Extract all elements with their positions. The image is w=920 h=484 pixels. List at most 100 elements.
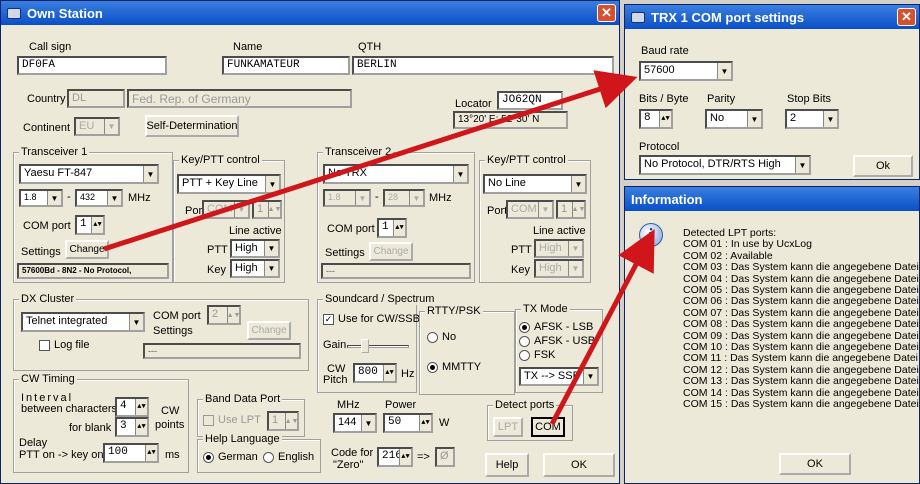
code-for-label: Code for [331, 447, 374, 459]
keyptt1-ptt-select[interactable]: High ▼ [230, 239, 280, 258]
spinner-arrows-icon: ▲▼ [145, 445, 157, 461]
keyptt2-ptt-select[interactable]: High ▼ [534, 239, 584, 258]
close-icon[interactable]: ✕ [897, 8, 916, 26]
cw-between-value: 4 [120, 400, 127, 412]
band-lpt-value: 1 [272, 414, 279, 426]
keyptt1-mode-select[interactable]: PTT + Key Line ▼ [177, 174, 281, 194]
tx-route-select[interactable]: TX --> SSB ▼ [519, 367, 599, 386]
protocol-select[interactable]: No Protocol, DTR/RTS High ▼ [639, 155, 811, 175]
soundcard-label: Soundcard / Spectrum [323, 293, 437, 305]
dx-mode-select[interactable]: Telnet integrated ▼ [21, 312, 145, 332]
spinner-arrows-icon: ▲▼ [383, 365, 395, 381]
bits-spinner[interactable]: 8 ▲▼ [639, 109, 673, 129]
cw-timing-label: CW Timing [19, 373, 77, 385]
cw-pitch-spinner[interactable]: 800 ▲▼ [353, 363, 397, 383]
close-icon[interactable]: ✕ [597, 4, 616, 22]
logfile-checkbox[interactable]: Log file [39, 339, 89, 351]
trx1-fmax-select[interactable]: 432 ▼ [75, 189, 123, 207]
cw-blank-label: for blank [69, 422, 112, 434]
own-station-window: Own Station ✕ Call sign DF0FA Name FUNKA… [0, 0, 620, 484]
trx2-com-spinner[interactable]: 1 ▲▼ [377, 218, 407, 238]
information-title: Information [631, 191, 703, 207]
gain-slider[interactable] [347, 339, 409, 355]
trx2-fmax-select[interactable]: 28 ▼ [383, 189, 425, 207]
information-titlebar: Information [625, 187, 919, 211]
baud-label: Baud rate [641, 45, 689, 57]
detect-lpt-button[interactable]: LPT [493, 417, 523, 437]
gain-slider-thumb[interactable] [361, 339, 369, 353]
callsign-input[interactable]: DF0FA [17, 56, 167, 75]
cw-delay-spinner[interactable]: 100 ▲▼ [103, 443, 159, 463]
country-name-input[interactable]: Fed. Rep. of Germany [127, 89, 352, 108]
trx1-model-select[interactable]: Yaesu FT-847 ▼ [19, 164, 159, 184]
country-code-input[interactable]: DL [67, 89, 125, 108]
trx1-com-spinner[interactable]: 1 ▲▼ [75, 215, 105, 235]
gain-label: Gain [323, 339, 347, 351]
detect-com-button[interactable]: COM [531, 417, 565, 437]
trx-com-ok-button[interactable]: Ok [853, 155, 913, 177]
code-zero-display: Ø [435, 447, 455, 467]
dx-change-button[interactable]: Change [247, 321, 291, 340]
cw-points-label-1: CW [161, 405, 180, 417]
name-input[interactable]: FUNKAMATEUR [222, 56, 350, 75]
window-icon [631, 11, 645, 23]
chevron-down-icon: ▼ [264, 261, 278, 276]
keyptt2-port-spinner[interactable]: 1 ▲▼ [556, 200, 586, 219]
help-button[interactable]: Help [485, 453, 529, 477]
trx2-fmin-select[interactable]: 1.8 ▼ [323, 189, 371, 207]
continent-value: EU [79, 120, 95, 132]
afsk-lsb-radio[interactable]: AFSK - LSB [519, 321, 593, 333]
cw-pitch-value: 800 [358, 366, 378, 378]
cw-between-spinner[interactable]: 4 ▲▼ [115, 397, 149, 417]
code-spinner[interactable]: 216 ▲▼ [377, 447, 413, 467]
keyptt2-port-num: 1 [561, 203, 568, 215]
band-lpt-spinner[interactable]: 1 ▲▼ [267, 411, 299, 431]
afsk-usb-radio[interactable]: AFSK - USB [519, 335, 595, 347]
power-spinner[interactable]: 50 ▲▼ [383, 413, 433, 433]
qth-input[interactable]: BERLIN [352, 56, 614, 75]
ok-button[interactable]: OK [543, 453, 615, 477]
cw-ms-label: ms [165, 449, 180, 461]
keyptt2-port-select[interactable]: COM ▼ [506, 200, 554, 219]
info-ok-button[interactable]: OK [779, 453, 851, 475]
chevron-down-icon: ▼ [823, 111, 837, 127]
info-line: COM 15 : Das System kann die angegebene … [683, 398, 919, 411]
use-lpt-checkbox[interactable]: Use LPT [203, 414, 261, 426]
chevron-down-icon: ▼ [453, 166, 467, 182]
use-cw-checkbox[interactable]: ✓ Use for CW/SSB [323, 313, 420, 325]
band-select[interactable]: 144 ▼ [333, 413, 377, 433]
use-lpt-label: Use LPT [218, 414, 261, 426]
keyptt2-mode-select[interactable]: No Line ▼ [483, 174, 587, 194]
keyptt1-mode-value: PTT + Key Line [182, 177, 258, 189]
rtty-mmtty-radio[interactable]: MMTTY [427, 361, 481, 373]
cw-blank-spinner[interactable]: 3 ▲▼ [115, 417, 149, 437]
keyptt1-port-select[interactable]: COM ▼ [202, 200, 250, 219]
keyptt1-port-spinner[interactable]: 1 ▲▼ [252, 200, 282, 219]
german-radio[interactable]: German [203, 451, 258, 463]
trx2-change-button[interactable]: Change [369, 242, 413, 261]
continent-label: Continent [23, 122, 71, 134]
stop-bits-select[interactable]: 2 ▼ [785, 109, 839, 129]
keyptt2-key-select[interactable]: High ▼ [534, 259, 584, 278]
self-determination-button[interactable]: Self-Determination [145, 115, 239, 137]
locator-input[interactable]: JO62QN [497, 91, 563, 110]
cw-ptt-on-label: PTT on -> key on [19, 449, 104, 461]
parity-select[interactable]: No ▼ [705, 109, 763, 129]
trx2-model-select[interactable]: No TRX ▼ [323, 164, 469, 184]
continent-select[interactable]: EU ▼ [74, 117, 120, 136]
rtty-group: RTTY/PSK [419, 305, 515, 395]
keyptt1-key-select[interactable]: High ▼ [230, 259, 280, 278]
trx1-fmin-select[interactable]: 1.8 ▼ [19, 189, 63, 207]
dx-com-spinner[interactable]: 2 ▲▼ [207, 305, 241, 325]
baud-select[interactable]: 57600 ▼ [639, 61, 733, 81]
bits-value: 8 [644, 112, 651, 124]
checkbox-icon [39, 339, 50, 351]
detect-ports-label: Detect ports [493, 399, 557, 411]
fsk-radio[interactable]: FSK [519, 349, 555, 361]
trx1-change-button[interactable]: Change [65, 240, 109, 259]
logfile-label: Log file [54, 339, 90, 351]
dx-mode-value: Telnet integrated [26, 315, 108, 327]
rtty-no-radio[interactable]: No [427, 331, 456, 343]
trx2-model-value: No TRX [328, 167, 367, 179]
english-radio[interactable]: English [263, 451, 314, 463]
